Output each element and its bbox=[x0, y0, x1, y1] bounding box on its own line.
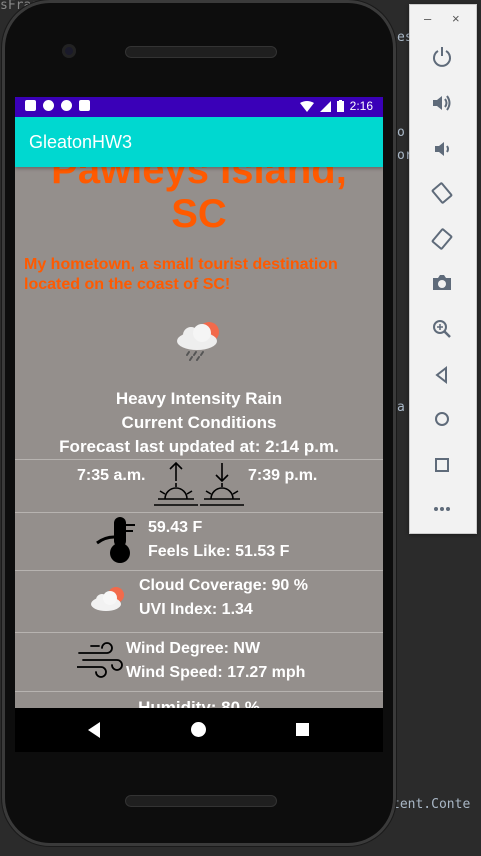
city-name-line2: SC bbox=[171, 192, 227, 236]
divider bbox=[15, 459, 383, 460]
front-camera bbox=[62, 44, 76, 58]
sd-card-icon bbox=[79, 100, 90, 111]
power-icon[interactable] bbox=[428, 43, 456, 71]
humidity: Humidity: 80 % bbox=[138, 698, 260, 708]
wind-icon bbox=[77, 642, 123, 678]
nav-back-button[interactable] bbox=[88, 722, 100, 738]
shield-icon bbox=[43, 100, 54, 111]
divider bbox=[15, 570, 383, 571]
volume-down-icon[interactable] bbox=[428, 135, 456, 163]
status-bar: 2:16 bbox=[15, 97, 383, 117]
divider bbox=[15, 632, 383, 633]
ide-text: tent.Conte bbox=[392, 797, 471, 812]
more-icon[interactable] bbox=[428, 495, 456, 523]
back-icon[interactable] bbox=[428, 361, 456, 389]
ide-text: o bbox=[397, 125, 405, 140]
last-updated: Forecast last updated at: 2:14 p.m. bbox=[59, 437, 339, 456]
divider bbox=[15, 512, 383, 513]
speaker-bottom bbox=[125, 795, 277, 807]
rotate-left-icon[interactable] bbox=[428, 179, 456, 207]
wind-speed: Wind Speed: 17.27 mph bbox=[126, 664, 306, 681]
weather-condition: Heavy Intensity Rain bbox=[115, 389, 283, 408]
sunrise-time: 7:35 a.m. bbox=[77, 467, 146, 484]
app-bar: GleatonHW3 bbox=[15, 117, 383, 167]
feels-like: Feels Like: 51.53 F bbox=[148, 543, 290, 560]
speaker-top bbox=[125, 46, 277, 58]
phone-screen: 2:16 GleatonHW3 Pawleys Island, SC My ho… bbox=[15, 97, 383, 708]
sunrise-sunset-icon bbox=[154, 461, 244, 506]
city-name-line1: Pawleys Island, bbox=[51, 167, 347, 192]
weather-content[interactable]: Pawleys Island, SC My hometown, a small … bbox=[15, 167, 383, 708]
wind-degree: Wind Degree: NW bbox=[126, 640, 261, 657]
camera-icon[interactable] bbox=[428, 269, 456, 297]
nav-recents-button[interactable] bbox=[296, 723, 309, 736]
sunset-time: 7:39 p.m. bbox=[248, 467, 318, 484]
volume-up-icon[interactable] bbox=[428, 89, 456, 117]
divider bbox=[15, 691, 383, 692]
android-nav-bar bbox=[15, 708, 383, 752]
minimize-button[interactable]: – bbox=[424, 11, 431, 26]
rain-cloud-icon bbox=[177, 322, 219, 361]
close-button[interactable]: × bbox=[452, 11, 460, 26]
overview-icon[interactable] bbox=[428, 451, 456, 479]
app-title: GleatonHW3 bbox=[29, 132, 133, 152]
rotate-right-icon[interactable] bbox=[428, 225, 456, 253]
home-icon[interactable] bbox=[428, 405, 456, 433]
ide-text: a bbox=[397, 400, 405, 415]
zoom-icon[interactable] bbox=[428, 315, 456, 343]
cloud-coverage: Cloud Coverage: 90 % bbox=[139, 577, 308, 594]
battery-icon bbox=[336, 100, 344, 112]
wifi-icon bbox=[299, 100, 314, 112]
emulator-toolbar: – × bbox=[409, 4, 477, 534]
thermometer-icon bbox=[96, 517, 135, 563]
record-icon bbox=[61, 100, 72, 111]
notification-a-icon bbox=[25, 100, 36, 111]
city-description: My hometown, a small tourist destination… bbox=[24, 256, 338, 293]
status-time: 2:16 bbox=[349, 99, 373, 113]
nav-home-button[interactable] bbox=[191, 722, 206, 737]
signal-icon bbox=[319, 100, 331, 112]
partly-cloudy-icon bbox=[91, 587, 124, 611]
uv-index: UVI Index: 1.34 bbox=[139, 601, 253, 618]
temperature: 59.43 F bbox=[148, 519, 203, 536]
current-conditions-label: Current Conditions bbox=[121, 413, 277, 432]
